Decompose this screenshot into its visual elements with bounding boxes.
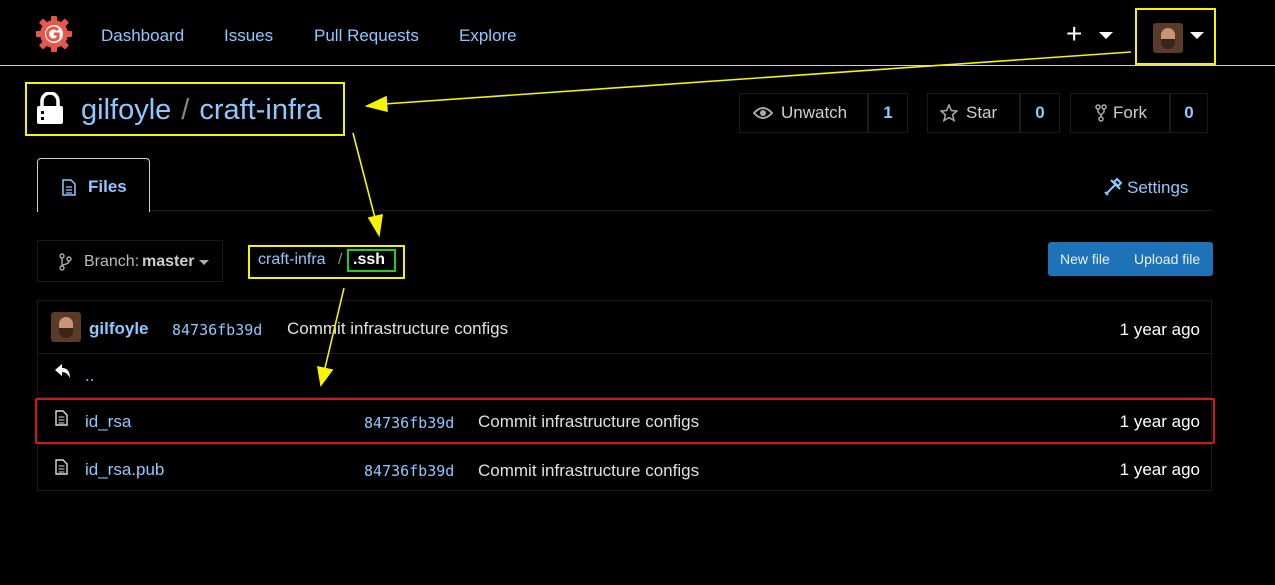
commit-age: 1 year ago — [1119, 320, 1200, 339]
breadcrumb-current: .ssh — [353, 251, 386, 268]
row-divider — [37, 444, 1212, 445]
star-count[interactable]: 0 — [1020, 93, 1060, 133]
commit-message[interactable]: Commit infrastructure configs — [478, 412, 699, 432]
branch-icon — [59, 253, 72, 271]
branch-selector[interactable]: Branch: master — [37, 240, 223, 282]
repo-name-link[interactable]: craft-infra — [199, 94, 321, 126]
commit-message[interactable]: Commit infrastructure configs — [478, 461, 699, 481]
nav-issues[interactable]: Issues — [224, 26, 273, 46]
repo-owner-link[interactable]: gilfoyle — [81, 94, 171, 126]
chevron-down-icon — [1190, 32, 1204, 39]
fork-count[interactable]: 0 — [1170, 93, 1208, 133]
tab-settings[interactable]: Settings — [1103, 177, 1188, 198]
file-text-icon — [55, 459, 68, 475]
star-button[interactable]: Star — [927, 93, 1020, 133]
file-text-icon — [55, 410, 68, 426]
breadcrumb-parent[interactable]: craft-infra — [258, 251, 326, 269]
unwatch-button[interactable]: Unwatch — [739, 93, 868, 133]
row-divider — [37, 353, 1212, 354]
user-menu-button[interactable] — [1135, 8, 1216, 65]
watch-count[interactable]: 1 — [868, 93, 908, 133]
commit-message: Commit infrastructure configs — [287, 319, 509, 338]
fork-button[interactable]: Fork — [1070, 93, 1170, 133]
unwatch-label: Unwatch — [781, 103, 848, 122]
reply-arrow-icon — [55, 364, 70, 378]
chevron-down-icon — [199, 260, 209, 265]
commit-age: 1 year ago — [1119, 460, 1200, 479]
chevron-down-icon[interactable] — [1099, 32, 1113, 39]
top-navbar: Dashboard Issues Pull Requests Explore + — [0, 0, 1275, 66]
file-name-link[interactable]: id_rsa.pub — [85, 460, 164, 480]
avatar — [1153, 23, 1183, 53]
star-icon — [940, 104, 958, 122]
breadcrumb-separator: / — [338, 251, 343, 268]
fork-label: Fork — [1113, 103, 1147, 122]
tab-divider — [37, 210, 1212, 211]
star-label: Star — [966, 103, 998, 122]
repo-title: gilfoyle / craft-infra — [81, 94, 322, 127]
file-text-icon — [62, 179, 76, 196]
new-file-button[interactable]: New file — [1060, 251, 1110, 267]
tab-settings-label: Settings — [1127, 178, 1189, 197]
tab-files-label: Files — [88, 177, 127, 196]
repo-title-separator: / — [181, 94, 190, 126]
branch-prefix: Branch: — [84, 253, 140, 270]
nav-explore[interactable]: Explore — [459, 26, 517, 46]
branch-name: master — [142, 253, 195, 270]
gitea-logo-icon[interactable] — [36, 16, 72, 52]
commit-age: 1 year ago — [1119, 412, 1200, 431]
file-buttons: New file Upload file — [1048, 242, 1213, 276]
tools-icon — [1104, 177, 1123, 196]
commit-author-link[interactable]: gilfoyle — [89, 319, 149, 339]
plus-icon[interactable]: + — [1066, 20, 1082, 48]
tab-files[interactable]: Files — [37, 158, 150, 212]
lock-icon — [37, 92, 63, 124]
nav-dashboard[interactable]: Dashboard — [101, 26, 184, 46]
parent-dir-link[interactable]: .. — [85, 366, 94, 386]
upload-file-button[interactable]: Upload file — [1134, 251, 1200, 267]
file-name-link[interactable]: id_rsa — [85, 412, 131, 432]
fork-icon — [1095, 104, 1107, 122]
avatar[interactable] — [51, 312, 81, 342]
eye-icon — [753, 107, 773, 119]
commit-sha-link[interactable]: 84736fb39d — [364, 462, 454, 480]
commit-sha-link[interactable]: 84736fb39d — [172, 321, 262, 339]
nav-pull-requests[interactable]: Pull Requests — [314, 26, 419, 46]
commit-sha-link[interactable]: 84736fb39d — [364, 414, 454, 432]
